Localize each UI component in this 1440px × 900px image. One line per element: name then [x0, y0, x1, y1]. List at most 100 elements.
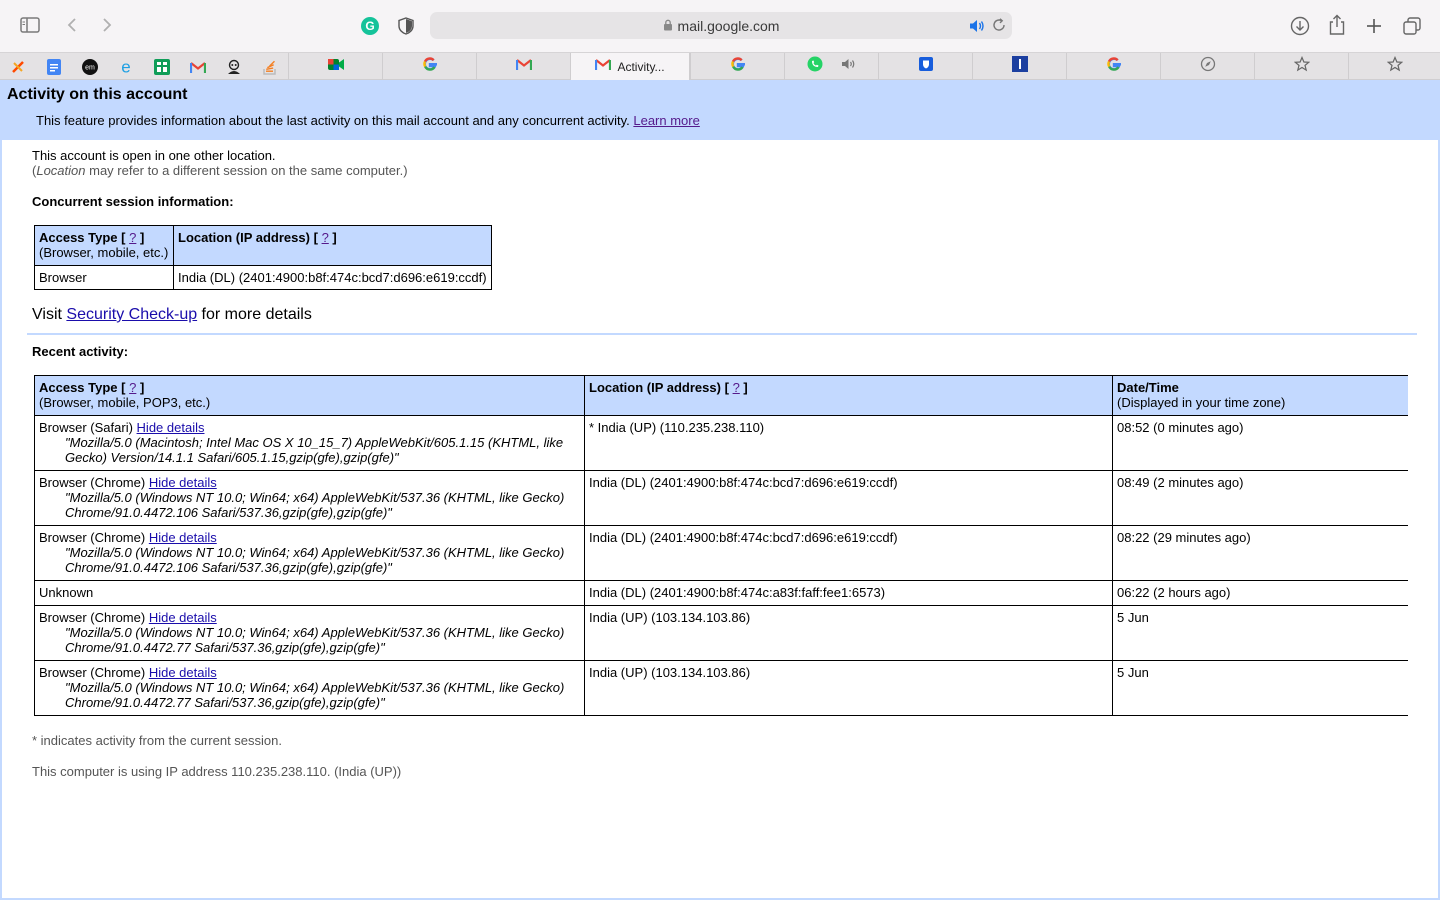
tab-gmail-activity[interactable]: Activity... — [570, 53, 690, 80]
tab-bitwarden[interactable] — [878, 53, 972, 80]
gmail-icon — [515, 58, 532, 76]
recent-table-body: Browser (Safari) Hide details "Mozilla/5.… — [34, 415, 1408, 716]
hide-details-link[interactable]: Hide details — [149, 610, 217, 625]
stackoverflow-icon[interactable] — [260, 57, 280, 77]
date-time-cell: 5 Jun — [1112, 660, 1408, 716]
google-icon — [422, 56, 438, 77]
tab-compass[interactable] — [1160, 53, 1254, 80]
access-type: Browser (Chrome) — [39, 610, 146, 625]
col-access-type: Access Type [ ? ] (Browser, mobile, POP3… — [34, 375, 585, 416]
whatsapp-icon — [807, 56, 823, 77]
bracket-open: [ — [121, 380, 126, 395]
google-docs-icon[interactable] — [44, 57, 64, 77]
speaker-icon[interactable] — [841, 57, 857, 76]
help-link[interactable]: ? — [733, 380, 740, 395]
bracket-open: [ — [121, 230, 126, 245]
tab-gmail-1[interactable] — [476, 53, 570, 80]
help-link[interactable]: ? — [129, 230, 136, 245]
col-title: Location (IP address) — [178, 230, 310, 245]
access-type-cell: Unknown — [34, 580, 585, 606]
location-note: (Location may refer to a different sessi… — [32, 163, 408, 178]
location-cell: India (DL) (2401:4900:b8f:474c:bcd7:d696… — [173, 265, 492, 290]
gmail-icon[interactable] — [188, 57, 208, 77]
tab-whatsapp[interactable] — [784, 53, 878, 80]
compass-icon — [1200, 56, 1216, 77]
col-title: Access Type — [39, 380, 118, 395]
page-content: Activity on this account This feature pr… — [0, 80, 1440, 900]
google-icon — [730, 56, 746, 77]
tab-bookmark-2[interactable] — [1348, 53, 1440, 80]
hide-details-link[interactable]: Hide details — [149, 475, 217, 490]
access-type-cell: Browser (Chrome) Hide details "Mozilla/5.… — [34, 525, 585, 581]
speaker-icon[interactable] — [968, 17, 986, 35]
col-subtitle: (Displayed in your time zone) — [1117, 395, 1286, 410]
bracket-open: [ — [313, 230, 318, 245]
open-status: This account is open in one other locati… — [32, 148, 276, 163]
user-agent-string: "Mozilla/5.0 (Windows NT 10.0; Win64; x6… — [65, 680, 565, 710]
google-sheets-icon[interactable] — [152, 57, 172, 77]
col-title: Date/Time — [1117, 380, 1179, 395]
security-checkup-line: Visit Security Check-up for more details — [32, 306, 312, 324]
zapier-icon[interactable] — [8, 57, 28, 77]
grammarly-icon[interactable]: G — [355, 11, 385, 41]
bitwarden-icon — [918, 57, 933, 76]
tab-google-1[interactable] — [382, 53, 476, 80]
gmail-icon — [595, 58, 612, 76]
divider — [27, 333, 1417, 335]
browser-toolbar: G mail.google.com — [0, 0, 1440, 52]
reload-icon[interactable] — [991, 17, 1007, 33]
shield-icon[interactable] — [391, 11, 421, 41]
incognito-icon[interactable] — [224, 57, 244, 77]
date-time-cell: 08:52 (0 minutes ago) — [1112, 415, 1408, 471]
tab-google-3[interactable] — [1066, 53, 1160, 80]
new-tab-icon[interactable] — [1359, 11, 1389, 41]
location-cell: India (DL) (2401:4900:b8f:474c:a83f:faff… — [584, 580, 1113, 606]
access-type: Browser (Chrome) — [39, 530, 146, 545]
table-row: Browser (Chrome) Hide details "Mozilla/5.… — [34, 660, 1408, 716]
tab-overview-icon[interactable] — [1397, 11, 1427, 41]
col-title: Location (IP address) — [589, 380, 721, 395]
url-text: mail.google.com — [677, 17, 780, 34]
address-bar[interactable]: mail.google.com — [430, 12, 1012, 39]
tab-bookmark-1[interactable] — [1254, 53, 1348, 80]
location-cell: India (DL) (2401:4900:b8f:474c:bcd7:d696… — [584, 470, 1113, 526]
share-icon[interactable] — [1322, 10, 1352, 40]
download-icon[interactable] — [1285, 11, 1315, 41]
back-icon[interactable] — [57, 10, 87, 40]
location-cell: India (UP) (103.134.103.86) — [584, 605, 1113, 661]
recent-header-row: Access Type [ ? ] (Browser, mobile, POP3… — [34, 375, 1408, 416]
svg-text:e: e — [121, 59, 130, 75]
tab-google-meet[interactable] — [288, 53, 382, 80]
tab-instapaper[interactable] — [972, 53, 1066, 80]
recent-heading: Recent activity: — [32, 344, 129, 359]
location-note-em: Location — [36, 163, 86, 178]
concurrent-heading: Concurrent session information: — [32, 194, 234, 209]
col-subtitle: (Browser, mobile, POP3, etc.) — [39, 395, 211, 410]
hide-details-link[interactable]: Hide details — [149, 665, 217, 680]
col-subtitle: (Browser, mobile, etc.) — [39, 245, 169, 260]
table-row: Browser (Chrome) Hide details "Mozilla/5.… — [34, 605, 1408, 661]
security-checkup-link[interactable]: Security Check-up — [66, 306, 197, 323]
user-agent-string: "Mozilla/5.0 (Windows NT 10.0; Win64; x6… — [65, 545, 565, 575]
help-link[interactable]: ? — [322, 230, 329, 245]
hide-details-link[interactable]: Hide details — [137, 420, 205, 435]
intro-description: This feature provides information about … — [36, 113, 630, 128]
recent-activity-table: Access Type [ ? ] (Browser, mobile, POP3… — [34, 375, 1408, 716]
location-cell: India (DL) (2401:4900:b8f:474c:bcd7:d696… — [584, 525, 1113, 581]
em-icon[interactable]: em — [80, 57, 100, 77]
instapaper-icon — [1011, 56, 1028, 77]
current-ip-note: This computer is using IP address 110.23… — [32, 764, 402, 779]
date-time-cell: 08:49 (2 minutes ago) — [1112, 470, 1408, 526]
tab-google-2[interactable] — [690, 53, 784, 80]
hide-details-link[interactable]: Hide details — [149, 530, 217, 545]
edge-icon[interactable]: e — [116, 57, 136, 77]
location-note-rest: may refer to a different session on the … — [85, 163, 408, 178]
forward-icon[interactable] — [92, 10, 122, 40]
table-row: Browser (Safari) Hide details "Mozilla/5.… — [34, 415, 1408, 471]
access-type-cell: Browser — [34, 265, 174, 290]
location-cell: * India (UP) (110.235.238.110) — [584, 415, 1113, 471]
sidebar-icon[interactable] — [15, 10, 45, 40]
help-link[interactable]: ? — [129, 380, 136, 395]
bracket-open: [ — [724, 380, 729, 395]
learn-more-link[interactable]: Learn more — [633, 113, 699, 128]
